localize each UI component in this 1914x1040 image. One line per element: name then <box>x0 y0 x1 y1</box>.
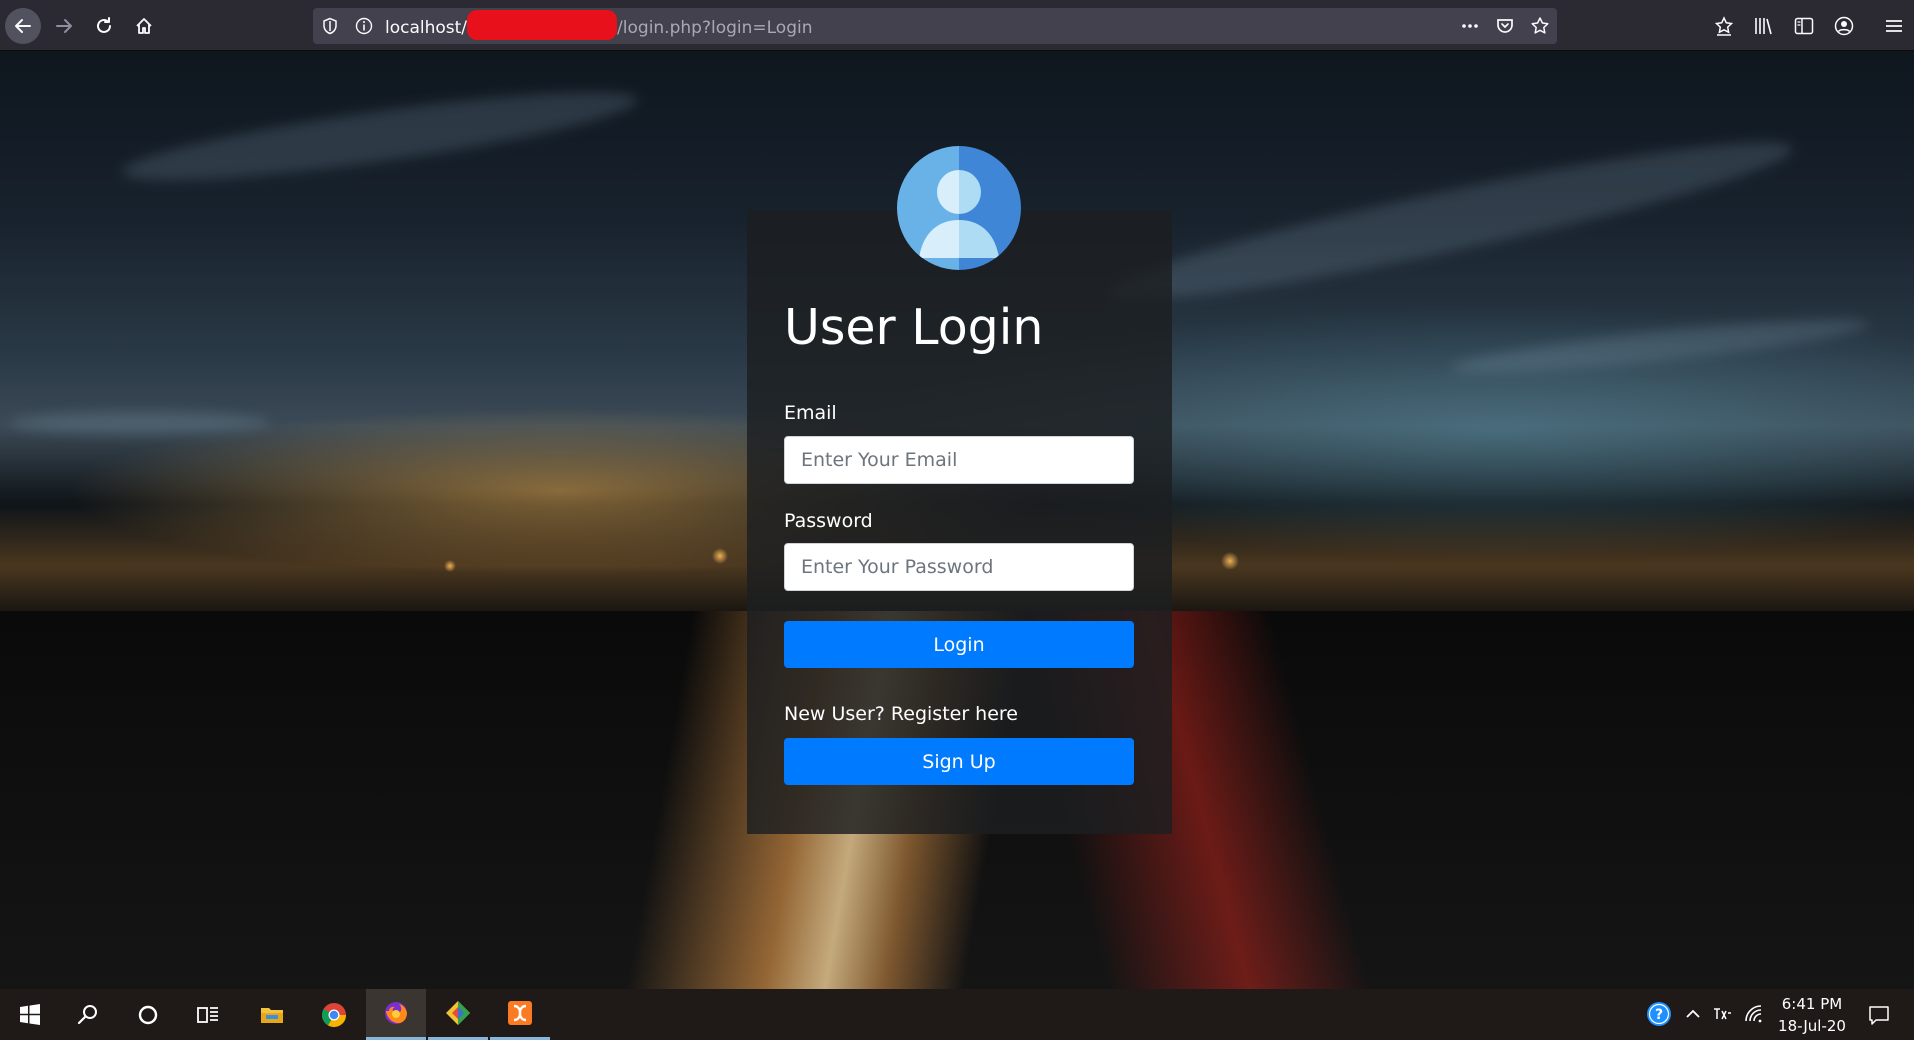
library-icon[interactable] <box>1753 15 1775 37</box>
cloud-streak <box>1449 309 1871 383</box>
back-button[interactable] <box>5 8 41 44</box>
arrow-left-icon <box>15 19 31 33</box>
notification-center-icon[interactable] <box>1867 1003 1891 1027</box>
search-button[interactable] <box>58 989 118 1040</box>
task-view-icon <box>197 1006 218 1023</box>
xampp-icon <box>508 1001 532 1025</box>
arrow-right-icon <box>56 19 72 33</box>
info-icon[interactable] <box>355 17 373 35</box>
cortana-button[interactable] <box>118 989 178 1040</box>
bookmark-star-icon[interactable] <box>1530 16 1550 36</box>
shield-icon[interactable] <box>321 17 339 35</box>
start-button[interactable] <box>0 989 60 1040</box>
firefox-icon <box>385 1002 407 1024</box>
more-actions-icon[interactable] <box>1460 16 1480 36</box>
git-button[interactable] <box>428 989 488 1040</box>
url-path: /login.php?login=Login <box>617 18 813 38</box>
signup-button[interactable]: Sign Up <box>784 738 1134 785</box>
account-icon[interactable] <box>1833 15 1855 37</box>
pocket-icon[interactable] <box>1495 16 1515 36</box>
git-kraken-icon <box>446 1001 470 1025</box>
cloud-streak <box>1101 118 1799 324</box>
input-method-icon[interactable] <box>1711 1003 1733 1025</box>
url-host: localhost/ <box>385 18 468 38</box>
login-title: User Login <box>784 299 1044 356</box>
browser-toolbar: localhost/ /login.php?login=Login <box>0 0 1914 51</box>
login-button[interactable]: Login <box>784 621 1134 668</box>
reload-button[interactable] <box>86 8 122 44</box>
forward-button[interactable] <box>46 8 82 44</box>
hamburger-menu-icon[interactable] <box>1883 15 1905 37</box>
task-view-button[interactable] <box>178 989 238 1040</box>
redacted-region <box>467 10 618 40</box>
chrome-icon <box>321 1002 346 1027</box>
user-avatar-icon <box>897 146 1021 270</box>
password-label: Password <box>784 510 873 532</box>
downloads-star-icon[interactable] <box>1713 15 1735 37</box>
firefox-button[interactable] <box>366 989 426 1040</box>
svg-text:?: ? <box>1655 1007 1663 1023</box>
clock-date: 18-Jul-20 <box>1778 1017 1846 1035</box>
register-prompt[interactable]: New User? Register here <box>784 703 1018 725</box>
cloud-streak <box>10 411 270 435</box>
reload-icon <box>97 17 111 33</box>
home-button[interactable] <box>126 8 162 44</box>
xampp-button[interactable] <box>490 989 550 1040</box>
url-bar[interactable]: localhost/ /login.php?login=Login <box>313 8 1557 44</box>
home-icon <box>136 18 152 34</box>
search-icon <box>77 1004 97 1024</box>
cloud-streak <box>119 75 641 197</box>
clock-time: 6:41 PM <box>1781 995 1843 1013</box>
email-input[interactable] <box>784 436 1134 484</box>
password-input[interactable] <box>784 543 1134 591</box>
windows-taskbar: ? 6:41 PM 18-Jul-20 <box>0 989 1914 1040</box>
email-label: Email <box>784 402 837 424</box>
windows-logo-icon <box>20 1003 40 1025</box>
help-icon[interactable]: ? <box>1646 1001 1672 1027</box>
cortana-circle-icon <box>138 1005 158 1024</box>
chrome-button[interactable] <box>304 989 364 1040</box>
url-text[interactable]: localhost/ /login.php?login=Login <box>385 10 813 40</box>
chevron-up-icon[interactable] <box>1682 1003 1704 1025</box>
sidebar-icon[interactable] <box>1793 15 1815 37</box>
system-clock[interactable]: 6:41 PM 18-Jul-20 <box>1762 993 1862 1037</box>
folder-icon <box>261 1007 283 1023</box>
file-explorer-button[interactable] <box>242 989 302 1040</box>
